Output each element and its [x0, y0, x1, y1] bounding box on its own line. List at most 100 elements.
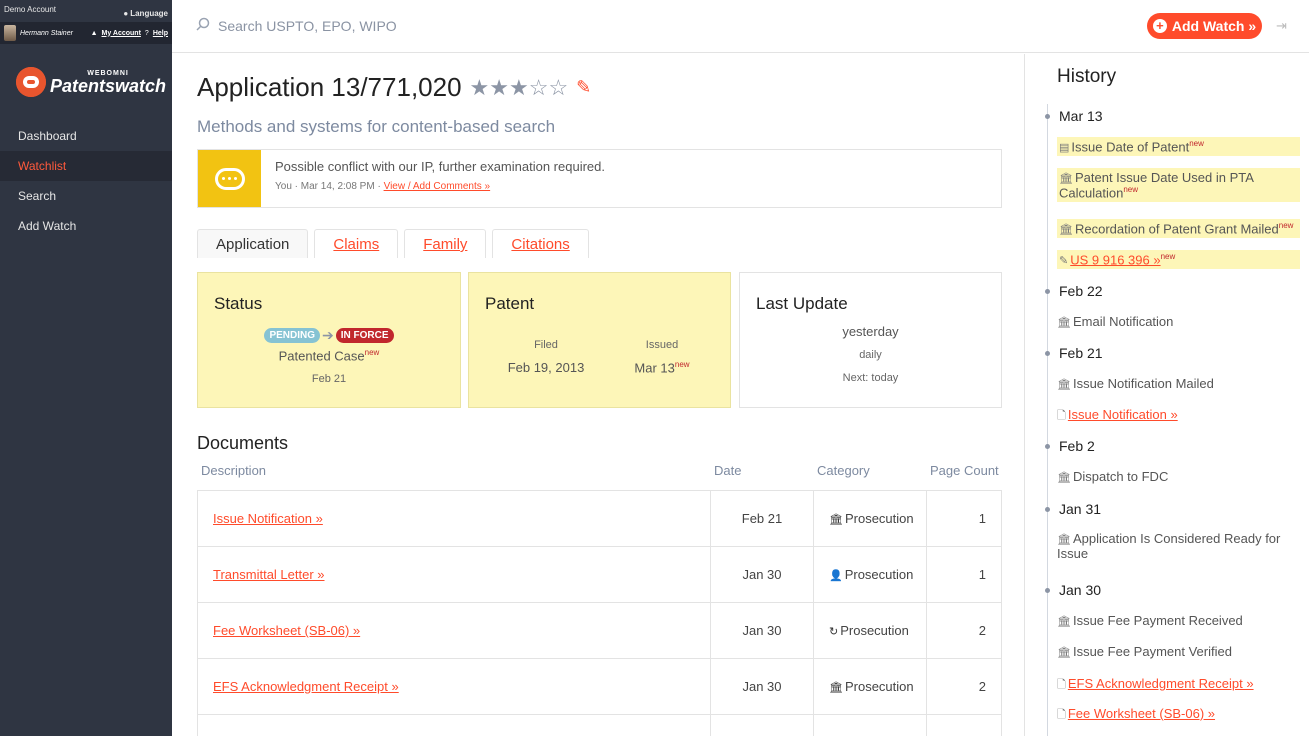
- account-bar: Hermann Stainer ▲ My Account ? Help: [0, 22, 172, 44]
- th-category[interactable]: Category: [817, 463, 870, 478]
- refresh-icon: ↻: [829, 626, 839, 638]
- th-date[interactable]: Date: [714, 463, 741, 478]
- th-description[interactable]: Description: [201, 463, 266, 478]
- tab-family[interactable]: Family: [404, 229, 487, 258]
- timeline-dot: [1045, 114, 1050, 119]
- last-update-when: yesterday: [842, 324, 899, 339]
- bank-icon: 🏛: [1059, 173, 1073, 185]
- document-link[interactable]: Fee Worksheet (SB-06) »: [213, 623, 360, 638]
- new-badge: new: [674, 360, 690, 369]
- document-icon: 🗋: [1057, 709, 1066, 721]
- bank-icon: 🏛: [829, 514, 843, 526]
- document-link[interactable]: Issue Notification »: [213, 511, 323, 526]
- history-date: Mar 13: [1059, 108, 1103, 124]
- document-link[interactable]: EFS Acknowledgment Receipt »: [213, 679, 399, 694]
- my-account-link[interactable]: My Account: [102, 30, 141, 37]
- logout-icon[interactable]: ⇥: [1276, 19, 1290, 33]
- history-item-text: Issue Date of Patent: [1071, 139, 1190, 155]
- status-badge-pending: PENDING: [264, 328, 321, 343]
- history-date: Feb 22: [1059, 283, 1103, 299]
- search-icon: [196, 17, 210, 31]
- history-document-link[interactable]: Issue Notification »: [1068, 407, 1178, 422]
- document-page-count: 2: [978, 679, 986, 694]
- page-title: Application 13/771,020 ★★★☆☆ ✎: [197, 72, 591, 103]
- history-item: 🗋 Issue Notification »: [1057, 407, 1300, 426]
- status-case: Patented Casenew: [198, 348, 460, 363]
- edit-icon[interactable]: ✎: [576, 77, 591, 98]
- history-item: 🏛 Issue Fee Payment Received: [1057, 613, 1300, 628]
- timeline-line: [1047, 104, 1048, 736]
- document-category: Prosecution: [840, 623, 909, 638]
- timeline-dot: [1045, 507, 1050, 512]
- bank-icon: 🏛: [829, 682, 843, 694]
- search-input[interactable]: [218, 14, 718, 38]
- help-link[interactable]: Help: [153, 30, 168, 37]
- view-comments-link[interactable]: View / Add Comments »: [384, 181, 491, 192]
- document-date: Jan 30: [711, 659, 814, 714]
- history-document-link[interactable]: Fee Worksheet (SB-06) »: [1068, 706, 1215, 721]
- logo[interactable]: WEBOMNI Patentswatch: [0, 48, 172, 116]
- sidebar-item-add-watch[interactable]: Add Watch: [0, 211, 172, 241]
- table-row: Issue Notification » Feb 21 🏛 Prosecution…: [197, 491, 1002, 547]
- sidebar-item-search[interactable]: Search: [0, 181, 172, 211]
- patent-title: Patent: [485, 294, 535, 313]
- bank-icon: 🏛: [1059, 224, 1073, 237]
- patent-filed: Filed Feb 19, 2013: [481, 339, 611, 375]
- sidebar-item-watchlist[interactable]: Watchlist: [0, 151, 172, 181]
- document-category: Prosecution: [844, 679, 914, 694]
- patent-number-link[interactable]: US 9 916 396 »: [1070, 252, 1160, 267]
- history-document-link[interactable]: EFS Acknowledgment Receipt »: [1068, 676, 1254, 691]
- main-content: Application 13/771,020 ★★★☆☆ ✎ Methods a…: [172, 54, 1024, 736]
- history-item: 🗋 EFS Acknowledgment Receipt »: [1057, 676, 1300, 695]
- tab-citations[interactable]: Citations: [492, 229, 589, 258]
- timeline-dot: [1045, 351, 1050, 356]
- tab-bar: Application Claims Family Citations: [197, 229, 589, 258]
- history-item-text: Application Is Considered Ready for Issu…: [1057, 531, 1281, 561]
- history-item-text: Issue Fee Payment Verified: [1072, 644, 1232, 659]
- documents-table: Issue Notification » Feb 21 🏛 Prosecution…: [197, 490, 1002, 736]
- th-page-count[interactable]: Page Count: [930, 463, 999, 478]
- tab-application[interactable]: Application: [197, 229, 309, 258]
- bank-icon: 🏛: [1057, 647, 1071, 659]
- document-page-count: 2: [978, 623, 986, 638]
- plus-icon: +: [1152, 19, 1167, 33]
- patent-card: Patent Filed Feb 19, 2013 Issued Mar 13n…: [468, 272, 731, 408]
- document-page-count: 1: [978, 567, 986, 582]
- comment-icon: [198, 150, 261, 207]
- rating-stars[interactable]: ★★★☆☆: [470, 75, 569, 101]
- filed-label: Filed: [534, 339, 558, 351]
- avatar: [4, 25, 16, 41]
- timeline-dot: [1045, 289, 1050, 294]
- last-update-title: Last Update: [756, 294, 848, 313]
- history-date: Jan 31: [1059, 501, 1102, 517]
- history-item-text: Issue Notification Mailed: [1072, 376, 1214, 391]
- history-date: Jan 30: [1059, 582, 1102, 598]
- status-date: Feb 21: [311, 373, 347, 385]
- bank-icon: 🏛: [1057, 534, 1071, 546]
- history-item: 🗋 Fee Worksheet (SB-06) »: [1057, 706, 1300, 725]
- issued-date: Mar 13new: [597, 360, 727, 375]
- add-watch-button[interactable]: + Add Watch »: [1147, 13, 1262, 39]
- language-link[interactable]: ● Language: [123, 5, 168, 22]
- timeline-dot: [1045, 588, 1050, 593]
- history-item-text: Dispatch to FDC: [1072, 469, 1169, 484]
- tab-claims[interactable]: Claims: [314, 229, 399, 258]
- sidebar-item-dashboard[interactable]: Dashboard: [0, 121, 172, 151]
- bank-icon: 🏛: [1057, 472, 1071, 484]
- document-category: Prosecution: [844, 511, 914, 526]
- history-item-text: Issue Fee Payment Received: [1072, 613, 1243, 628]
- history-item: 🏛 Recordation of Patent Grant Mailednew: [1057, 219, 1300, 239]
- new-badge: new: [364, 348, 380, 357]
- globe-icon: ●: [123, 9, 129, 18]
- account-top: Demo Account ● Language: [0, 0, 172, 22]
- sidebar: Demo Account ● Language Hermann Stainer ▲…: [0, 0, 172, 736]
- document-link[interactable]: Transmittal Letter »: [213, 567, 325, 582]
- history-date: Feb 2: [1059, 438, 1095, 454]
- status-card: Status PENDING ➔ IN FORCE Patented Casen…: [197, 272, 461, 408]
- comment-meta: You · Mar 14, 2:08 PM · View / Add Comme…: [275, 181, 605, 192]
- document-date: Jan 30: [711, 603, 814, 658]
- arrow-right-icon: ➔: [322, 327, 334, 343]
- bank-icon: 🏛: [1057, 317, 1071, 329]
- history-item: ✎ US 9 916 396 »new: [1057, 250, 1300, 270]
- status-badge-inforce: IN FORCE: [335, 328, 394, 343]
